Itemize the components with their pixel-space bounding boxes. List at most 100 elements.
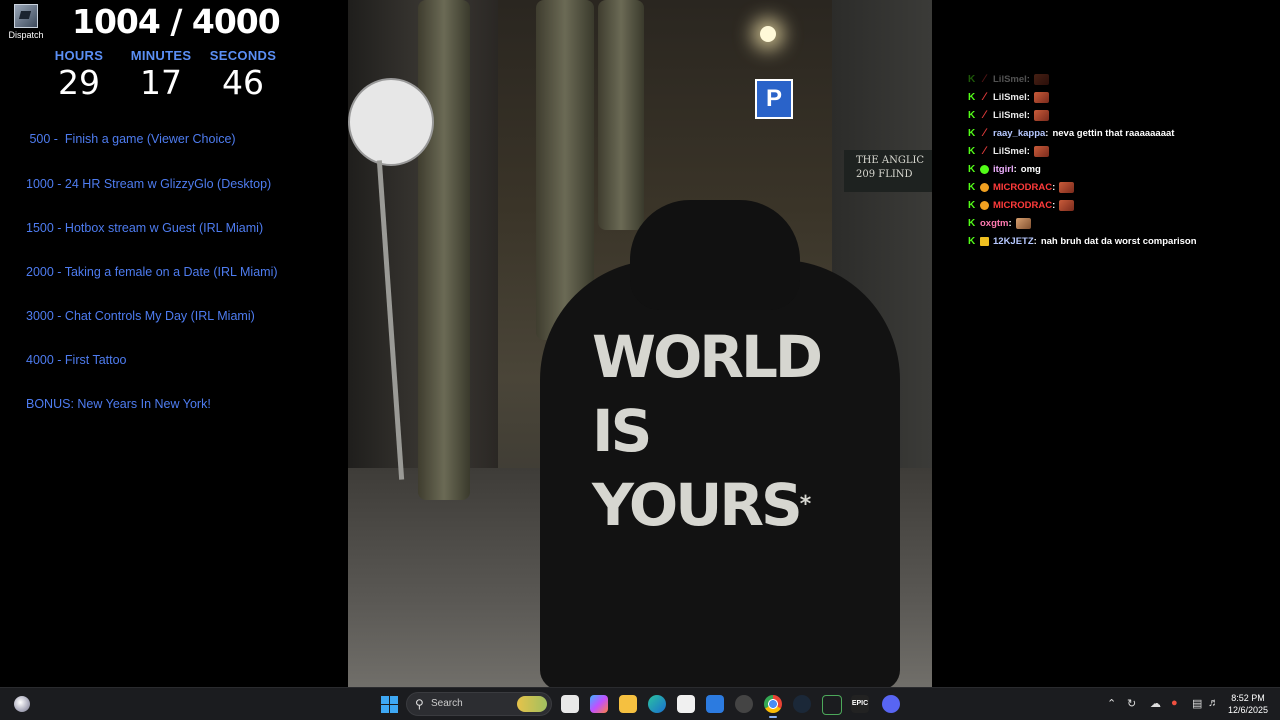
goal-item-bonus: BONUS: New Years In New York! [26, 397, 211, 412]
search-highlight-icon [517, 696, 547, 712]
clock-date: 12/6/2025 [1227, 705, 1268, 715]
building-sign-line: 209 FLIND [856, 169, 913, 180]
seconds-label: SECONDS [209, 48, 277, 63]
tree-trunk-right [598, 0, 644, 230]
chat-separator: : [1052, 182, 1056, 194]
kick-badge-icon: K [968, 164, 976, 176]
chat-username[interactable]: oxgtm [980, 218, 1009, 229]
chat-emote-icon [1033, 145, 1049, 157]
kick-badge-icon: K [968, 91, 976, 103]
chat-username[interactable]: LilSmel [993, 92, 1027, 103]
chat-username[interactable]: MICRODRAC [993, 182, 1052, 193]
crown-badge-icon [980, 237, 989, 247]
chat-message: K ∕ raay_kappa: neva gettin that raaaaaaaat [968, 124, 1278, 142]
chat-separator: : [1045, 127, 1049, 139]
person-in-hoodie: WORLD IS YOURS* [540, 200, 900, 688]
chat-message: Kitgirl: omg [968, 160, 1278, 178]
hoodie-print-text: WORLD IS YOURS [592, 323, 823, 539]
hours-value: 29 [58, 63, 100, 102]
taskbar-clock[interactable]: 8:52 PM 12/6/2025 [1228, 692, 1268, 716]
cloud-off-icon[interactable]: ☁ [1150, 697, 1161, 710]
slash-badge-icon: ∕ [983, 91, 986, 104]
tree-trunk-left [418, 0, 470, 500]
copilot-icon[interactable] [590, 695, 608, 713]
slash-badge-icon: ∕ [983, 145, 986, 158]
chat-separator: : [1026, 109, 1030, 121]
slash-badge-icon: ∕ [983, 127, 986, 140]
street-sign-round [348, 78, 434, 166]
chat-separator: : [1052, 200, 1056, 212]
chat-message: Koxgtm: [968, 215, 1278, 233]
steam-icon[interactable] [793, 695, 811, 713]
slash-badge-icon: ∕ [983, 73, 986, 86]
subathon-timer: HOURS 29 MINUTES 17 SECONDS 46 [38, 48, 284, 101]
network-icon[interactable]: ▤ [1192, 697, 1202, 710]
chrome-icon[interactable] [764, 695, 782, 718]
camera-icon[interactable] [735, 695, 753, 713]
kick-badge-icon: K [968, 218, 976, 230]
chat-separator: : [1008, 218, 1012, 230]
clock-time: 8:52 PM [1231, 693, 1265, 703]
chat-message: K ∕ LilSmel: [968, 88, 1278, 106]
hoodie-hood [630, 200, 800, 310]
search-icon: ⚲ [415, 697, 424, 711]
chat-overlay: K ∕ LilSmel: K ∕ LilSmel: K ∕ LilSmel: K ∕ raay_kap… [968, 70, 1278, 251]
chat-emote-icon [1015, 218, 1031, 230]
chat-emote-icon [1033, 91, 1049, 103]
hoodie-print: WORLD IS YOURS* [592, 320, 852, 542]
search-placeholder: Search [431, 698, 463, 709]
kick-badge-icon: K [968, 109, 976, 121]
chat-text: neva gettin that raaaaaaaat [1052, 127, 1175, 139]
street-lamp [760, 26, 776, 42]
chat-username[interactable]: raay_kappa [993, 128, 1045, 139]
xbox-icon[interactable] [822, 695, 842, 715]
goal-item: 500 - Finish a game (Viewer Choice) [26, 132, 236, 147]
chat-separator: : [1026, 145, 1030, 157]
chat-separator: : [1026, 73, 1030, 85]
chat-emote-icon [1033, 73, 1049, 85]
chat-username[interactable]: LilSmel [993, 146, 1027, 157]
hours-label: HOURS [54, 48, 104, 63]
volume-icon[interactable]: ♬ [1208, 697, 1219, 709]
desktop-icon-dispatch[interactable]: Dispatch [6, 4, 46, 40]
chat-username[interactable]: itgirl [993, 164, 1014, 175]
chat-separator: : [1013, 164, 1017, 176]
taskbar-search[interactable]: ⚲ Search [406, 692, 552, 716]
widgets-icon[interactable] [14, 696, 30, 712]
coin-badge-icon [980, 201, 989, 211]
chat-username[interactable]: LilSmel [993, 110, 1027, 121]
chat-username[interactable]: MICRODRAC [993, 200, 1052, 211]
chat-username[interactable]: 12KJETZ [993, 236, 1034, 247]
chat-text: nah bruh dat da worst comparison [1040, 236, 1197, 248]
folder-icon[interactable] [619, 695, 637, 713]
mail-icon[interactable] [706, 695, 724, 713]
chat-message: K MICRODRAC: [968, 197, 1278, 215]
minutes-value: 17 [140, 63, 182, 102]
sync-icon[interactable]: ↻ [1127, 697, 1136, 710]
kick-badge-icon: K [968, 236, 976, 248]
goal-item: 2000 - Taking a female on a Date (IRL Mi… [26, 264, 278, 279]
chat-message: K 12KJETZ: nah bruh dat da worst compariso… [968, 233, 1278, 251]
kick-badge-icon: K [968, 145, 976, 157]
goal-item: 1000 - 24 HR Stream w GlizzyGlo (Desktop… [26, 176, 272, 191]
slash-badge-icon: ∕ [983, 109, 986, 122]
chat-message: K ∕ LilSmel: [968, 106, 1278, 124]
stream-video[interactable]: P THE ANGLIC 209 FLIND WORLD IS YOURS* [348, 0, 932, 688]
file-explorer-icon[interactable] [561, 695, 579, 713]
chevron-up-icon[interactable]: ⌃ [1107, 697, 1116, 710]
start-button[interactable] [381, 696, 398, 713]
goal-item: 3000 - Chat Controls My Day (IRL Miami) [26, 308, 255, 323]
epic-games-icon[interactable]: EPIC [851, 695, 869, 713]
kick-badge-icon: K [968, 73, 976, 85]
seconds-value: 46 [222, 63, 264, 102]
discord-icon[interactable] [882, 695, 900, 713]
kick-badge-icon: K [968, 200, 976, 212]
store-icon[interactable] [677, 695, 695, 713]
edge-icon[interactable] [648, 695, 666, 713]
chat-separator: : [1033, 236, 1037, 248]
chat-username[interactable]: LilSmel [993, 74, 1027, 85]
chat-message: K ∕ LilSmel: [968, 70, 1278, 88]
minutes-label: MINUTES [130, 48, 192, 63]
dispatch-app-icon [14, 4, 38, 28]
microphone-icon[interactable]: ● [1171, 697, 1178, 709]
